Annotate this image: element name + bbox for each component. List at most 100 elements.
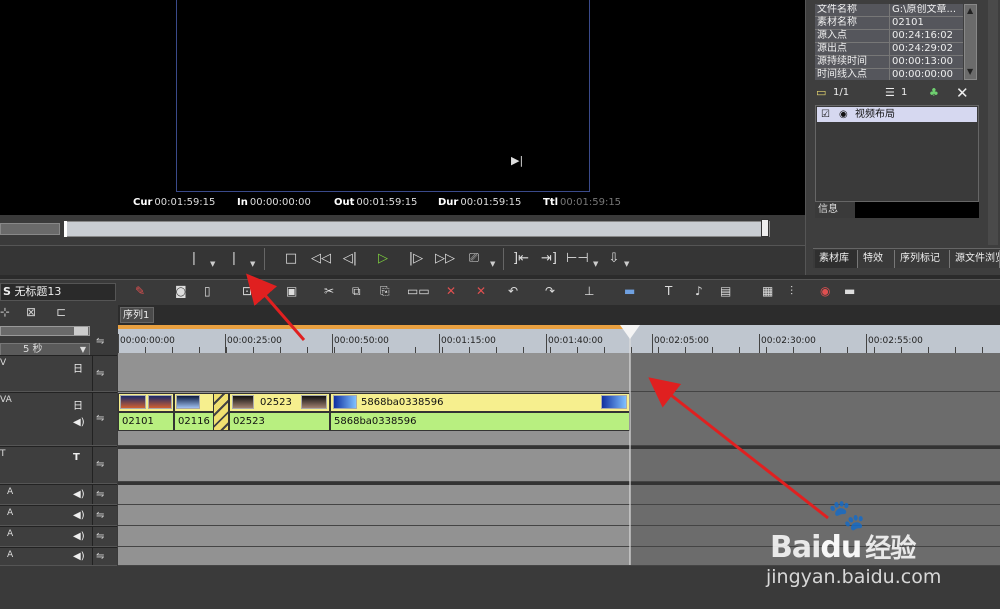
save-icon[interactable]: ▣ xyxy=(286,283,297,299)
scroll-down-icon[interactable]: ▼ xyxy=(967,67,973,76)
copy-icon[interactable]: ⧉ xyxy=(352,283,361,299)
playhead-line[interactable] xyxy=(629,325,631,565)
undo-icon[interactable]: ↶ xyxy=(508,283,518,299)
speaker-icon[interactable]: ◀) xyxy=(73,531,85,542)
tab-sequence-1[interactable]: 序列1 xyxy=(120,307,154,323)
speaker-icon[interactable]: ◀) xyxy=(73,489,85,500)
settings-icon[interactable]: ✎ xyxy=(135,283,145,299)
track-header-a1[interactable]: A ◀) ⇋ xyxy=(0,484,117,505)
track-header-a4[interactable]: A ◀) ⇋ xyxy=(0,547,117,566)
effect-icon[interactable]: ♣ xyxy=(929,86,939,99)
go-in-icon[interactable]: ]⇤ xyxy=(510,250,532,268)
sync-icon[interactable]: ⊏ xyxy=(56,305,66,319)
video-track-icon[interactable]: 日 xyxy=(73,397,83,412)
paste-icon[interactable]: ⎘ xyxy=(380,283,390,299)
mark-in-icon[interactable]: ❘ xyxy=(188,250,200,268)
track-header-a3[interactable]: A ◀) ⇋ xyxy=(0,526,117,547)
loop-icon[interactable]: ⎚ xyxy=(466,250,482,268)
fast-forward-icon[interactable]: ▷▷ xyxy=(434,250,456,268)
tab-sequence-markers[interactable]: 序列标记 xyxy=(896,250,950,268)
import-icon[interactable]: ⊡ xyxy=(242,283,252,299)
speaker-icon[interactable]: ◀) xyxy=(73,510,85,521)
scrub-mini-bar[interactable] xyxy=(0,223,60,235)
transition-marker[interactable] xyxy=(213,393,229,431)
tab-info[interactable]: 信息 xyxy=(815,202,855,218)
scrub-playhead[interactable] xyxy=(761,219,769,237)
record-icon[interactable]: ◉ xyxy=(820,283,830,299)
chevron-down-icon[interactable]: ▼ xyxy=(210,260,215,268)
sync-lock-icon[interactable]: ⇋ xyxy=(96,489,104,500)
scroll-up-icon[interactable]: ▲ xyxy=(967,6,973,15)
close-icon[interactable]: ✕ xyxy=(956,84,969,102)
step-forward-icon[interactable]: |▷ xyxy=(407,250,425,268)
sync-lock-icon[interactable]: ⇋ xyxy=(96,368,104,379)
group-icon[interactable]: ▭▭ xyxy=(407,283,430,299)
sync-lock-icon[interactable]: ⇋ xyxy=(96,531,104,542)
checkbox-icon[interactable]: ☑ xyxy=(821,107,830,122)
track-header-va[interactable]: VA 日 ◀) ⇋ xyxy=(0,392,117,446)
video-track-icon[interactable]: 日 xyxy=(73,360,83,375)
track-header-a2[interactable]: A ◀) ⇋ xyxy=(0,505,117,526)
title-icon[interactable]: T xyxy=(665,283,672,299)
play-icon[interactable]: ▷ xyxy=(374,250,392,268)
grid-icon[interactable]: ▦ xyxy=(762,283,773,299)
zoom-slider-handle[interactable] xyxy=(74,327,88,335)
sync-lock-icon[interactable]: ⇋ xyxy=(96,551,104,562)
track-tool-icon[interactable]: ⊹ xyxy=(0,305,10,319)
insert-icon[interactable]: ⇩ xyxy=(606,250,622,268)
camera-icon[interactable]: ◙ xyxy=(175,283,187,299)
stop-icon[interactable]: □ xyxy=(283,250,299,268)
title-track-icon[interactable]: T xyxy=(73,452,80,463)
chevron-down-icon[interactable]: ▼ xyxy=(593,260,598,268)
window-icon[interactable]: ▬ xyxy=(844,283,855,299)
rewind-icon[interactable]: ◁◁ xyxy=(310,250,332,268)
track-lane-t[interactable] xyxy=(118,449,1000,482)
track-header-v[interactable]: V 日 ⇋ xyxy=(0,355,117,392)
audio-clip[interactable]: 02116 xyxy=(174,412,214,431)
audio-clip[interactable]: 02523 xyxy=(229,412,330,431)
audio-clip[interactable]: 5868ba0338596 xyxy=(330,412,630,431)
track-header-t[interactable]: T T ⇋ xyxy=(0,446,117,484)
scrub-in-marker[interactable] xyxy=(64,221,67,237)
redo-icon[interactable]: ↷ xyxy=(545,283,555,299)
video-clip[interactable]: 5868ba0338596 xyxy=(330,393,630,412)
mark-out-icon[interactable]: ❘ xyxy=(228,250,240,268)
delete-range-icon[interactable]: ✕ xyxy=(446,283,456,299)
speaker-icon[interactable]: ◀) xyxy=(73,551,85,562)
tab-effects[interactable]: 特效 xyxy=(859,250,895,268)
sync-lock-icon[interactable]: ⇋ xyxy=(96,459,104,470)
mixer-icon[interactable]: ⊥ xyxy=(584,283,594,299)
link-icon[interactable]: ⊠ xyxy=(26,305,36,319)
playhead-handle[interactable] xyxy=(620,325,640,339)
sync-lock-icon[interactable]: ⇋ xyxy=(96,510,104,521)
track-lane-a1[interactable] xyxy=(118,485,1000,505)
tab-source-browser[interactable]: 源文件浏览 xyxy=(951,250,1000,268)
properties-scrollbar[interactable]: ▲ ▼ xyxy=(964,4,977,80)
chevron-down-icon[interactable]: ▼ xyxy=(250,260,255,268)
ruler-link-icon[interactable]: ⇋ xyxy=(96,336,104,347)
mic-icon[interactable]: ♪ xyxy=(695,283,703,299)
new-file-icon[interactable]: ▯ xyxy=(204,283,211,299)
ripple-delete-icon[interactable]: ✕ xyxy=(476,283,486,299)
tab-library[interactable]: 素材库 xyxy=(815,250,858,268)
chevron-down-icon[interactable]: ▼ xyxy=(624,260,629,268)
track-lane-v[interactable] xyxy=(118,353,1000,392)
chevron-down-icon[interactable]: ▼ xyxy=(490,260,495,268)
sync-lock-icon[interactable]: ⇋ xyxy=(96,413,104,424)
render-icon[interactable]: ▤ xyxy=(720,283,731,299)
go-out-icon[interactable]: ⇥] xyxy=(538,250,560,268)
speaker-icon[interactable]: ◀) xyxy=(73,417,85,428)
ruler-label: 00:02:05:00 xyxy=(654,336,709,346)
eye-icon[interactable]: ◉ xyxy=(839,107,848,122)
audio-clip[interactable]: 02101 xyxy=(118,412,174,431)
transition-icon[interactable]: ▬ xyxy=(624,283,635,299)
panel-scrollbar[interactable] xyxy=(988,0,998,245)
split-icon[interactable]: ⊢⊣ xyxy=(566,250,589,268)
audio-mixer-icon[interactable]: ⫶ xyxy=(790,283,793,299)
layers-icon[interactable]: ☰ xyxy=(885,86,895,99)
step-back-icon[interactable]: ◁| xyxy=(341,250,359,268)
cut-icon[interactable]: ✂ xyxy=(324,283,334,299)
list-item[interactable]: ☑ ◉ 视频布局 xyxy=(817,107,977,122)
scrub-bar[interactable] xyxy=(64,221,770,237)
track-lane-a2[interactable] xyxy=(118,505,1000,526)
